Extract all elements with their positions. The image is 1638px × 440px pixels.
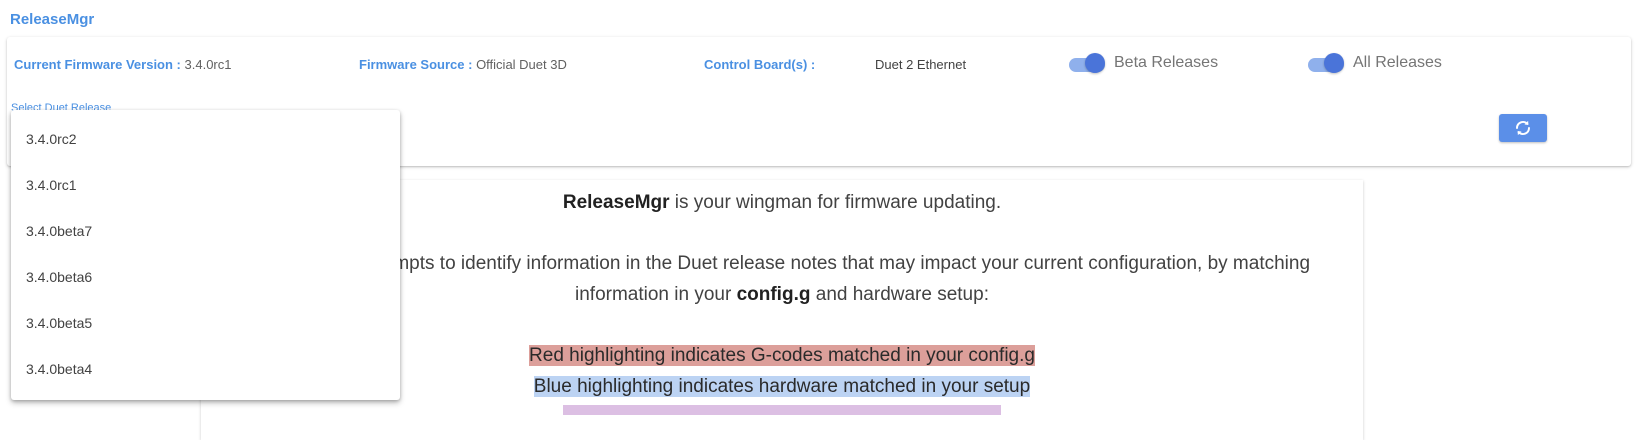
release-option[interactable]: 3.4.0beta5 <box>11 300 394 346</box>
refresh-icon <box>1516 120 1530 136</box>
firmware-source-field: Firmware Source : Official Duet 3D <box>359 57 567 77</box>
release-option[interactable]: 3.4.0beta4 <box>11 346 394 392</box>
intro-app-name: ReleaseMgr <box>562 192 670 213</box>
blue-highlight-note: Blue highlighting indicates hardware mat… <box>533 376 1031 397</box>
config-file-name: config.g <box>736 284 811 305</box>
current-firmware-field: Current Firmware Version : 3.4.0rc1 <box>14 57 232 77</box>
refresh-button[interactable] <box>1499 114 1547 142</box>
release-option[interactable]: 3.4.0rc2 <box>11 116 394 162</box>
control-board-label: Control Board(s) : <box>704 57 816 72</box>
purple-highlight-note <box>563 405 1001 415</box>
beta-switch-knob[interactable] <box>1085 53 1105 73</box>
release-dropdown-menu[interactable]: 3.4.0rc2 3.4.0rc1 3.4.0beta7 3.4.0beta6 … <box>11 110 400 400</box>
intro-text: is your wingman for firmware updating. <box>669 192 1002 213</box>
description-line-2-start: information in your <box>575 284 737 305</box>
description-line-2-end: and hardware setup: <box>810 284 989 305</box>
all-releases-label[interactable]: All Releases <box>1353 54 1442 72</box>
red-highlight-note: Red highlighting indicates G-codes match… <box>529 345 1035 366</box>
release-option[interactable]: 3.4.0beta7 <box>11 208 394 254</box>
current-firmware-label: Current Firmware Version : <box>14 57 181 72</box>
firmware-source-label: Firmware Source : <box>359 57 473 72</box>
app-title: ReleaseMgr <box>10 11 95 28</box>
current-firmware-value: 3.4.0rc1 <box>184 57 232 72</box>
control-board-value: Duet 2 Ethernet <box>875 57 967 72</box>
control-board-field: Control Board(s) : <box>704 57 815 77</box>
all-switch-knob[interactable] <box>1324 53 1344 73</box>
release-option[interactable]: 3.4.0beta6 <box>11 254 394 300</box>
beta-releases-label[interactable]: Beta Releases <box>1114 54 1218 72</box>
firmware-source-value: Official Duet 3D <box>476 57 567 72</box>
release-option[interactable]: 3.4.0rc1 <box>11 162 394 208</box>
